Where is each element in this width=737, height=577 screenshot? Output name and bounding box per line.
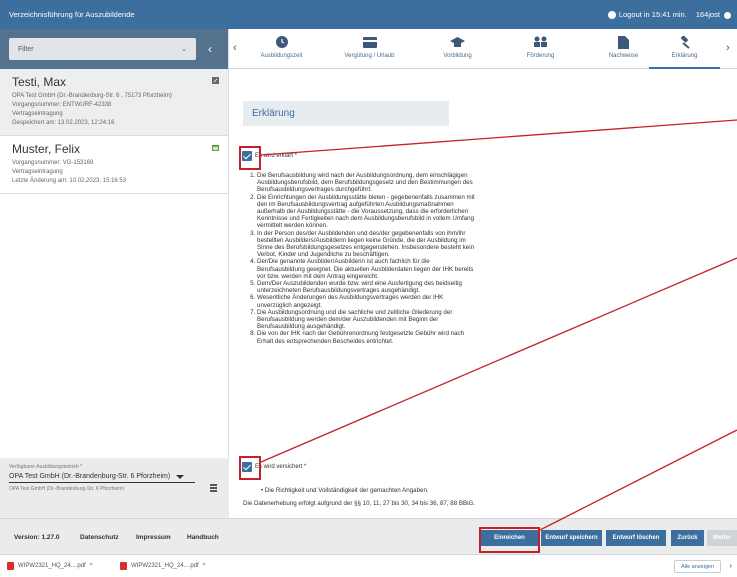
footer-bar: Version: 1.27.0 Datenschutz Impressum Ha… [0,518,737,554]
download-bar: WIPW2321_HQ_24....pdf ^ WIPW2321_HQ_24...… [0,554,737,577]
app-header: Verzeichnisführung für Auszubildende Log… [0,0,737,29]
bullet-text: Die Richtigkeit und Vollständigkeit der … [264,487,429,494]
delete-draft-button[interactable]: Entwurf löschen [606,530,666,546]
tab-label: Ausbildungszeit [260,53,303,59]
card-name: Testi, Max [12,75,67,89]
datenerhebung-text: Die Datenerhebung erfolgt aufgrund der §… [243,500,476,507]
pdf-icon [7,562,14,570]
gavel-icon [680,35,690,49]
list-item: Der/Die genannte Ausbilder/Ausbilderin i… [257,258,478,280]
datenschutz-link[interactable]: Datenschutz [80,534,119,541]
card-line: Vertragseintragung [12,111,63,117]
graduation-cap-icon [450,36,465,47]
logout-text: Logout in 15:41 min. [618,9,687,19]
list-item: In der Person des/der Ausbildenden und d… [257,230,478,259]
chevron-up-icon: ^ [202,563,206,569]
card-line: OPA Test GmbH (Dr.-Brandenburg-Str. 6 , … [12,93,172,99]
list-item[interactable]: Muster, Felix Vorgangsnummer: VG-153169 … [0,136,228,194]
list-item: Wesentliche Änderungen des Ausbildungsve… [257,294,478,308]
pdf-icon [120,562,127,570]
annotation-box [239,456,261,480]
calendar-icon [212,144,219,151]
card-icon [362,36,377,48]
filter-select[interactable]: Filter ⌄ [9,38,196,60]
handbuch-link[interactable]: Handbuch [187,534,219,541]
logout-link[interactable]: Logout in 15:41 min. [607,9,687,19]
next-button[interactable]: Weiter [707,530,737,546]
download-filename: WIPW2321_HQ_24....pdf [18,563,86,569]
app-title: Verzeichnisführung für Auszubildende [9,10,135,19]
back-button[interactable]: Zurück [671,530,704,546]
filter-band: Filter ⌄ ‹ [0,29,228,69]
erklaerung-list: Die Berufsausbildung wird nach der Ausbi… [243,172,478,345]
betrieb-label: Verfügbarer Ausbildungsbetrieb * [9,464,83,470]
close-icon[interactable]: › [729,561,732,570]
download-filename: WIPW2321_HQ_24....pdf [131,563,199,569]
sidebar: Filter ⌄ ‹ Testi, Max OPA Test GmbH (Dr.… [0,29,229,518]
betrieb-value: OPA Test GmbH (Dr.-Brandenburg-Str. 6 Pf… [9,473,171,480]
page-title: Erklärung [243,101,449,126]
clock-icon [607,11,616,19]
versichert-bullet: • Die Richtigkeit und Vollständigkeit de… [261,487,429,494]
tab-label: Erklärung [671,53,698,59]
main-content: Erklärung Es wird erklärt * Die Berufsau… [229,69,737,518]
user-menu[interactable]: 164jost [696,10,731,19]
impressum-link[interactable]: Impressum [136,534,171,541]
version-label: Version: 1.27.0 [14,534,60,541]
card-line: Vertragseintragung [12,169,63,175]
list-item: Dem/Der Auszubildenden wurde bzw. wird e… [257,280,478,294]
tab-label: Vorbildung [443,53,472,59]
annotation-box [479,527,540,553]
document-icon [618,35,629,49]
tabs-next-icon[interactable]: › [726,42,730,54]
annotation-box [239,146,261,170]
card-line: Vorgangsnummer: VG-153169 [12,160,94,166]
list-item: Die Einrichtungen der Ausbildungsstätte … [257,194,478,230]
tab-vorbildung[interactable]: Vorbildung [422,29,493,69]
tab-label: Förderung [526,53,555,59]
list-item: Die Ausbildungsordnung und die sachliche… [257,309,478,331]
show-all-button[interactable]: Alle anzeigen [673,560,721,573]
caret-down-icon [176,474,185,479]
card-line: Vorgangsnummer: ENTWURF-42338 [12,102,112,108]
card-line: Letzte Änderung am: 10.02.2023, 15:16:53 [12,178,127,184]
people-icon [534,36,547,47]
save-draft-button[interactable]: Entwurf speichern [541,530,602,546]
card-line: Gespeichert am: 13.02.2023, 12:24:16 [12,120,115,126]
tab-erklaerung[interactable]: Erklärung [649,29,720,69]
edit-icon [212,77,219,84]
list-item: Die von der IHK nach der Gebührenordnung… [257,330,478,344]
step-tabs: ‹ Ausbildungszeit Vergütung / Urlaub Vor… [229,29,737,69]
clock-tab-icon [275,36,288,48]
tab-foerderung[interactable]: Förderung [505,29,576,69]
download-item[interactable]: WIPW2321_HQ_24....pdf ^ [7,562,93,570]
checkbox-versichert-label: Es wird versichert * [255,464,307,470]
tab-verguetung[interactable]: Vergütung / Urlaub [334,29,405,69]
betrieb-panel: Verfügbarer Ausbildungsbetrieb * OPA Tes… [0,458,229,518]
username: 164jost [695,9,720,19]
tab-ausbildungszeit[interactable]: Ausbildungszeit [246,29,317,69]
tabs-prev-icon[interactable]: ‹ [233,42,237,54]
betrieb-select[interactable]: OPA Test GmbH (Dr.-Brandenburg-Str. 6 Pf… [9,473,220,480]
chevron-down-icon: ⌄ [181,46,187,53]
betrieb-sub: OPA Test GmbH (Dr.-Brandenburg-Str. 6 Pf… [9,486,125,492]
filter-label: Filter [18,45,34,53]
checkbox-erklaert-label: Es wird erklärt * [255,153,298,159]
divider [9,482,195,483]
collapse-sidebar-icon[interactable]: ‹ [208,42,212,56]
chevron-up-icon: ^ [89,563,93,569]
tab-label: Vergütung / Urlaub [344,53,395,59]
list-item[interactable]: Testi, Max OPA Test GmbH (Dr.-Brandenbur… [0,69,228,136]
card-name: Muster, Felix [12,142,81,156]
download-item[interactable]: WIPW2321_HQ_24....pdf ^ [120,562,206,570]
menu-icon[interactable] [210,484,217,493]
user-icon [724,11,731,19]
list-item: Die Berufsausbildung wird nach der Ausbi… [257,172,478,194]
